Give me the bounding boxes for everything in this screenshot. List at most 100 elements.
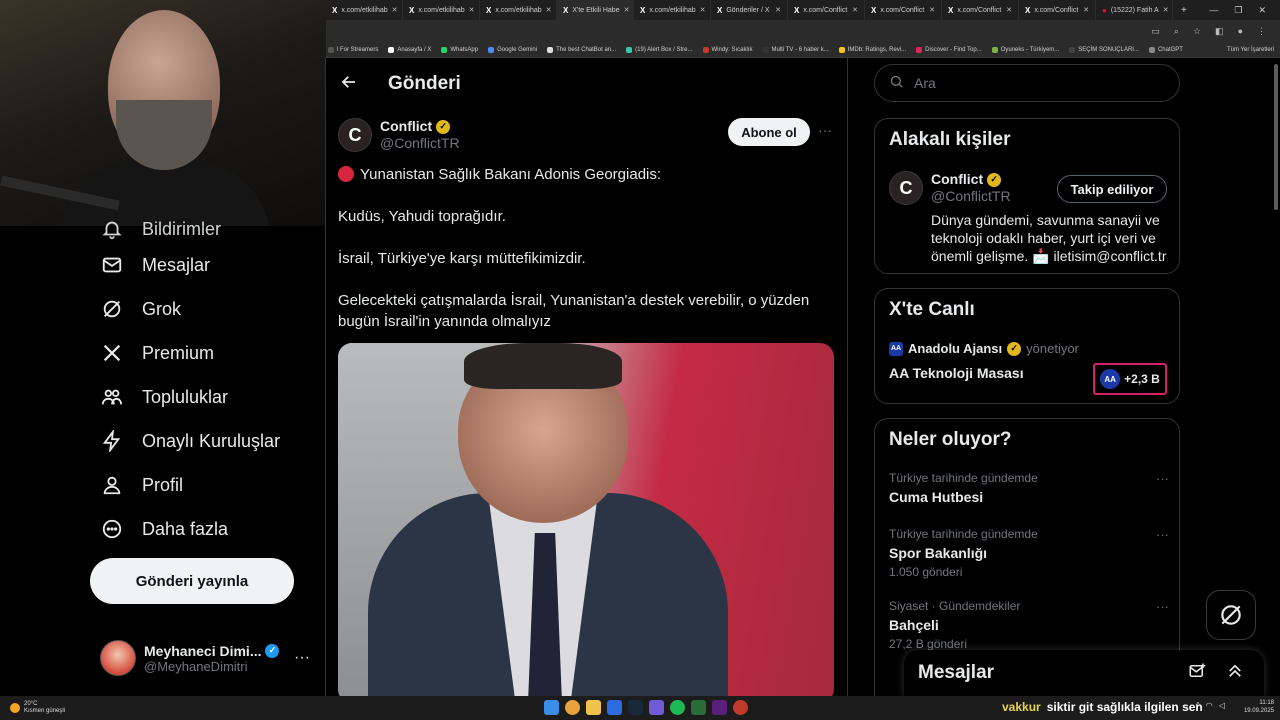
bookmark-item[interactable]: SEÇİM SONUÇLARI...	[1069, 46, 1139, 53]
browser-toolbar: ▭ ⌕ ☆ ◧ ● ⋮	[326, 20, 1280, 42]
wifi-icon[interactable]: ◠	[1206, 701, 1213, 710]
windows-start-icon[interactable]	[544, 700, 559, 715]
browser-tab[interactable]: ● (15222) Fatih A ✕	[1096, 0, 1173, 20]
close-tab-icon[interactable]: ✕	[775, 6, 781, 14]
app-icon[interactable]	[712, 700, 727, 715]
related-person-name[interactable]: Conflict	[931, 171, 983, 188]
back-arrow-icon[interactable]	[340, 73, 358, 96]
conflict-avatar[interactable]: C	[889, 171, 923, 205]
browser-tab[interactable]: Xx.com/etkilihab ✕	[326, 0, 403, 20]
bookmark-item[interactable]: IMDb: Ratings, Revi...	[838, 46, 906, 53]
close-tab-icon[interactable]: ✕	[852, 6, 858, 14]
grok-button[interactable]	[1206, 590, 1256, 640]
cast-icon[interactable]: ▭	[1151, 26, 1160, 37]
post-video[interactable]	[338, 343, 834, 696]
live-host-name[interactable]: Anadolu Ajansı	[908, 341, 1002, 356]
all-bookmarks-folder[interactable]: Tüm Yer İşaretleri	[1227, 47, 1280, 53]
browser-tab[interactable]: Xx.com/Conflict ✕	[942, 0, 1019, 20]
tray-chevron-icon[interactable]: ^	[1196, 701, 1200, 710]
nav-item-grok[interactable]: Grok	[100, 294, 181, 324]
live-space-title[interactable]: AA Teknoloji Masası	[889, 365, 1024, 381]
bookmark-item[interactable]: (19) Alert Box / Stre...	[626, 46, 693, 53]
search-input[interactable]: Ara	[874, 64, 1180, 102]
bookmark-label: WhatsApp	[450, 46, 479, 53]
nav-item-more[interactable]: Daha fazla	[100, 514, 228, 544]
bookmark-item[interactable]: ChatGPT	[1148, 46, 1183, 53]
bookmark-item[interactable]: The best ChatBot an...	[547, 46, 616, 53]
nav-item-label: Bildirimler	[142, 218, 222, 239]
trend-more-icon[interactable]: ···	[1156, 471, 1169, 486]
bookmark-star-icon[interactable]: ☆	[1193, 26, 1201, 37]
close-tab-icon[interactable]: ✕	[392, 6, 398, 14]
post-more-icon[interactable]: ···	[818, 122, 832, 138]
new-tab-icon[interactable]: +	[1173, 5, 1195, 16]
chrome-icon[interactable]	[565, 700, 580, 715]
conflict-avatar[interactable]: C	[338, 118, 372, 152]
bookmark-item[interactable]: WhatsApp	[441, 46, 479, 53]
browser-tab[interactable]: Xx.com/Conflict ✕	[1019, 0, 1096, 20]
trend-item[interactable]: Siyaset · Gündemdekiler Bahçeli 27,2 B g…	[889, 599, 1169, 651]
bookmark-item[interactable]: Anasayfa / X	[388, 46, 431, 53]
bookmark-item[interactable]: Windy: Sıcaklık	[702, 46, 753, 53]
app-icon[interactable]	[691, 700, 706, 715]
clock[interactable]: 11:18 19.09.2025	[1240, 699, 1274, 715]
messages-drawer[interactable]: Mesajlar	[904, 650, 1264, 696]
close-tab-icon[interactable]: ✕	[469, 6, 475, 14]
spotify-icon[interactable]	[670, 700, 685, 715]
browser-tab[interactable]: Xx.com/etkilihab ✕	[634, 0, 711, 20]
new-message-icon[interactable]	[1188, 662, 1206, 685]
close-tab-icon[interactable]: ✕	[546, 6, 552, 14]
app-icon[interactable]	[733, 700, 748, 715]
edge-icon[interactable]	[607, 700, 622, 715]
subscribe-button[interactable]: Abone ol	[728, 118, 810, 146]
browser-tab[interactable]: Xx.com/etkilihab ✕	[403, 0, 480, 20]
close-tab-icon[interactable]: ✕	[1006, 6, 1012, 14]
minimize-icon[interactable]: —	[1209, 5, 1218, 16]
bookmark-item[interactable]: Multi TV - 6 haber k...	[762, 46, 829, 53]
close-tab-icon[interactable]: ✕	[624, 6, 630, 14]
listeners-badge[interactable]: AA +2,3 B	[1093, 363, 1167, 395]
expand-up-icon[interactable]	[1226, 662, 1244, 685]
trend-more-icon[interactable]: ···	[1156, 599, 1169, 614]
bookmark-item[interactable]: Oyuneks - Türkiyem...	[991, 46, 1059, 53]
nav-item-notifications[interactable]: Bildirimler	[100, 214, 221, 244]
browser-menu-icon[interactable]: ⋮	[1257, 26, 1266, 37]
weather-widget[interactable]: 20°C Kısmen güneşli	[0, 701, 65, 715]
browser-tab[interactable]: Xx.com/etkilihab ✕	[480, 0, 557, 20]
following-button[interactable]: Takip ediliyor	[1057, 175, 1167, 203]
browser-tab[interactable]: X X'te Etkili Habe ✕	[557, 0, 634, 20]
browser-tab[interactable]: Xx.com/Conflict ✕	[788, 0, 865, 20]
close-tab-icon[interactable]: ✕	[1163, 6, 1169, 14]
close-tab-icon[interactable]: ✕	[1083, 6, 1089, 14]
scrollbar-thumb[interactable]	[1274, 64, 1278, 210]
file-explorer-icon[interactable]	[586, 700, 601, 715]
post-author-handle[interactable]: @ConflictTR	[380, 135, 460, 152]
zoom-icon[interactable]: ⌕	[1174, 26, 1179, 37]
profile-icon[interactable]: ●	[1238, 26, 1243, 36]
trend-more-icon[interactable]: ···	[1156, 527, 1169, 542]
bookmark-item[interactable]: l For Streamers	[328, 46, 378, 53]
post-author-name[interactable]: Conflict	[380, 118, 432, 135]
nav-item-verified-orgs[interactable]: Onaylı Kuruluşlar	[100, 426, 280, 456]
nav-item-profile[interactable]: Profil	[100, 470, 183, 500]
discord-icon[interactable]	[649, 700, 664, 715]
trend-item[interactable]: Türkiye tarihinde gündemde Spor Bakanlığ…	[889, 527, 1169, 579]
browser-tab[interactable]: X Gönderiler / X ✕	[711, 0, 788, 20]
trend-item[interactable]: Türkiye tarihinde gündemde Cuma Hutbesi …	[889, 471, 1169, 505]
nav-item-premium[interactable]: Premium	[100, 338, 214, 368]
close-tab-icon[interactable]: ✕	[700, 6, 706, 14]
more-icon[interactable]: ···	[294, 649, 310, 667]
browser-tab[interactable]: Xx.com/Conflict ✕	[865, 0, 942, 20]
steam-icon[interactable]	[628, 700, 643, 715]
nav-item-communities[interactable]: Topluluklar	[100, 382, 228, 412]
bookmark-item[interactable]: Discover - Find Top...	[916, 46, 982, 53]
post-button[interactable]: Gönderi yayınla	[90, 558, 294, 604]
volume-icon[interactable]: ◁	[1219, 701, 1225, 710]
account-switcher[interactable]: Meyhaneci Dimi... ✓ @MeyhaneDimitri ···	[100, 636, 310, 680]
maximize-icon[interactable]: ❐	[1234, 5, 1242, 16]
nav-item-messages[interactable]: Mesajlar	[100, 250, 210, 280]
extensions-icon[interactable]: ◧	[1215, 26, 1224, 37]
close-window-icon[interactable]: ✕	[1258, 5, 1266, 16]
close-tab-icon[interactable]: ✕	[929, 6, 935, 14]
bookmark-item[interactable]: Google Gemini	[488, 46, 537, 53]
